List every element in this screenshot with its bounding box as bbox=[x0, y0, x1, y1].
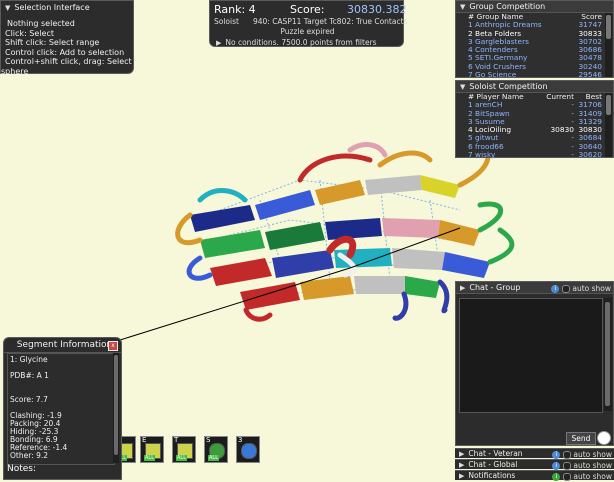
selection-help-line: Click: Select bbox=[5, 28, 54, 38]
table-row[interactable]: 7 Go Science 29546 bbox=[464, 70, 604, 80]
autoshow-radio-icon[interactable] bbox=[562, 285, 571, 293]
notifications-title: Notifications bbox=[468, 471, 516, 480]
score-value: 30830.382 bbox=[347, 3, 407, 16]
segment-scrollbar-thumb[interactable] bbox=[114, 355, 118, 455]
chat-global-title: Chat - Global bbox=[468, 460, 518, 469]
expand-triangle-icon[interactable]: ▶ bbox=[216, 39, 221, 47]
segment-scrollbar[interactable] bbox=[113, 353, 119, 463]
info-icon[interactable]: i bbox=[552, 451, 561, 459]
selection-help-line: Nothing selected bbox=[7, 19, 75, 28]
notifications-bar[interactable]: ▶ Notifications i auto show bbox=[455, 470, 614, 482]
info-icon[interactable]: i bbox=[552, 462, 561, 470]
expand-triangle-icon[interactable]: ▶ bbox=[459, 460, 464, 470]
info-icon[interactable]: i bbox=[551, 285, 560, 293]
group-competition-title-text: Group Competition bbox=[469, 2, 546, 11]
close-icon[interactable]: x bbox=[108, 341, 118, 351]
group-table: # Group Name Score 1 Anthropic Dreams 3174… bbox=[464, 12, 604, 80]
autoshow-label: auto show bbox=[573, 450, 612, 459]
autoshow-radio-icon[interactable] bbox=[563, 462, 572, 470]
segment-information-panel: Segment Information x 1: Glycine PDB#: A… bbox=[3, 337, 122, 480]
puzzle-status: Puzzle expired bbox=[280, 27, 335, 36]
mode-label: Soloist bbox=[214, 17, 239, 26]
clock-icon[interactable] bbox=[597, 431, 611, 445]
selection-help-line: Control click: Add to selection bbox=[5, 47, 125, 57]
tool-button-2[interactable]: E ALL bbox=[140, 436, 164, 463]
selection-interface-panel: ▼ Selection Interface Nothing selected Cl… bbox=[0, 0, 134, 76]
all-badge: ALL bbox=[176, 455, 187, 461]
selection-help-lines: Nothing selected Click: Select Shift cli… bbox=[1, 15, 133, 76]
group-score: 29546 bbox=[578, 70, 602, 80]
chat-group-title[interactable]: ▶ Chat - Group i auto show bbox=[456, 282, 613, 294]
autoshow-label: auto show bbox=[572, 284, 611, 293]
soloist-scrollbar-thumb[interactable] bbox=[606, 95, 611, 115]
collapse-triangle-icon[interactable]: ▼ bbox=[5, 1, 10, 15]
protein-structure[interactable] bbox=[119, 132, 515, 341]
group-scrollbar-thumb[interactable] bbox=[606, 15, 611, 39]
puzzle-line: Soloist 940: CASP11 Target Tc802: True Co… bbox=[214, 17, 407, 26]
chat-global-bar[interactable]: ▶ Chat - Global i auto show bbox=[455, 459, 614, 470]
expand-triangle-icon[interactable]: ▶ bbox=[460, 283, 465, 294]
table-row[interactable]: 7 wisky -30620 bbox=[464, 150, 604, 160]
tool-button-4[interactable]: S ALL bbox=[204, 436, 228, 463]
collapse-triangle-icon[interactable]: ▼ bbox=[460, 82, 465, 93]
send-button[interactable]: Send bbox=[566, 432, 596, 445]
autoshow-label: auto show bbox=[573, 461, 612, 470]
chat-message-area[interactable] bbox=[459, 298, 603, 413]
notifications-autoshow[interactable]: i auto show bbox=[552, 472, 612, 482]
player-best: 30620 bbox=[578, 150, 602, 160]
all-badge: ALL bbox=[144, 455, 155, 461]
segment-line: 1: Glycine bbox=[10, 355, 48, 364]
tool-button-5[interactable]: 3 bbox=[236, 436, 260, 463]
tool-key: 3 bbox=[238, 436, 243, 444]
tool-button-3[interactable]: T ALL bbox=[172, 436, 196, 463]
chat-veteran-bar[interactable]: ▶ Chat - Veteran i auto show bbox=[455, 448, 614, 459]
current-header: Current bbox=[546, 92, 574, 101]
score-label: Score: bbox=[290, 3, 325, 16]
move-icon bbox=[241, 443, 257, 459]
conditions-toggle[interactable]: ▶ No conditions. 7500.0 points from filte… bbox=[216, 38, 377, 47]
soloist-table: # Player Name Current Best 1 arenCH -31706 … bbox=[464, 92, 604, 160]
rank-label: Rank: 4 bbox=[214, 3, 256, 16]
conditions-text: No conditions. 7500.0 points from filter… bbox=[225, 38, 377, 47]
puzzle-name: 940: CASP11 Target Tc802: True Contacts bbox=[252, 17, 408, 26]
selection-interface-title[interactable]: ▼ Selection Interface bbox=[1, 1, 133, 15]
soloist-competition-panel: ▼ Soloist Competition # Player Name Curren… bbox=[455, 80, 614, 160]
segment-details: 1: Glycine PDB#: A 1 Score: 7.7 Clashing… bbox=[7, 353, 115, 465]
segment-line: PDB#: A 1 bbox=[10, 371, 49, 380]
chat-scrollbar-thumb[interactable] bbox=[605, 302, 610, 406]
notes-label: Notes: bbox=[7, 464, 37, 474]
player-current: - bbox=[571, 150, 574, 160]
chat-group-title-text: Chat - Group bbox=[469, 283, 521, 292]
selection-help-line: Control+shift click, drag: Select bbox=[5, 57, 132, 66]
selection-help-line: sphere bbox=[1, 66, 29, 76]
chat-group-autoshow[interactable]: i auto show bbox=[551, 283, 611, 294]
selection-interface-title-text: Selection Interface bbox=[14, 3, 90, 12]
chat-scrollbar[interactable] bbox=[604, 298, 612, 411]
soloist-competition-title-text: Soloist Competition bbox=[469, 82, 548, 91]
group-competition-panel: ▼ Group Competition # Group Name Score 1 A… bbox=[455, 0, 614, 80]
score-panel: Rank: 4 Score: 30830.382 Soloist 940: CAS… bbox=[209, 0, 407, 47]
collapse-triangle-icon[interactable]: ▼ bbox=[460, 2, 465, 13]
expand-triangle-icon[interactable]: ▶ bbox=[459, 449, 464, 459]
tool-key: S bbox=[206, 436, 211, 444]
segment-line: Other: 9.2 bbox=[10, 451, 49, 460]
segment-information-title[interactable]: Segment Information bbox=[4, 338, 121, 353]
selection-help-line: Shift click: Select range bbox=[5, 38, 100, 47]
chat-group-panel: ▶ Chat - Group i auto show Send bbox=[455, 281, 614, 446]
chat-veteran-title: Chat - Veteran bbox=[468, 449, 523, 458]
autoshow-checkbox-icon[interactable] bbox=[563, 451, 572, 459]
segment-line: Score: 7.7 bbox=[10, 395, 48, 404]
all-badge: ALL bbox=[208, 455, 219, 461]
player-name[interactable]: 7 wisky bbox=[468, 150, 495, 159]
group-name[interactable]: 7 Go Science bbox=[468, 70, 516, 79]
